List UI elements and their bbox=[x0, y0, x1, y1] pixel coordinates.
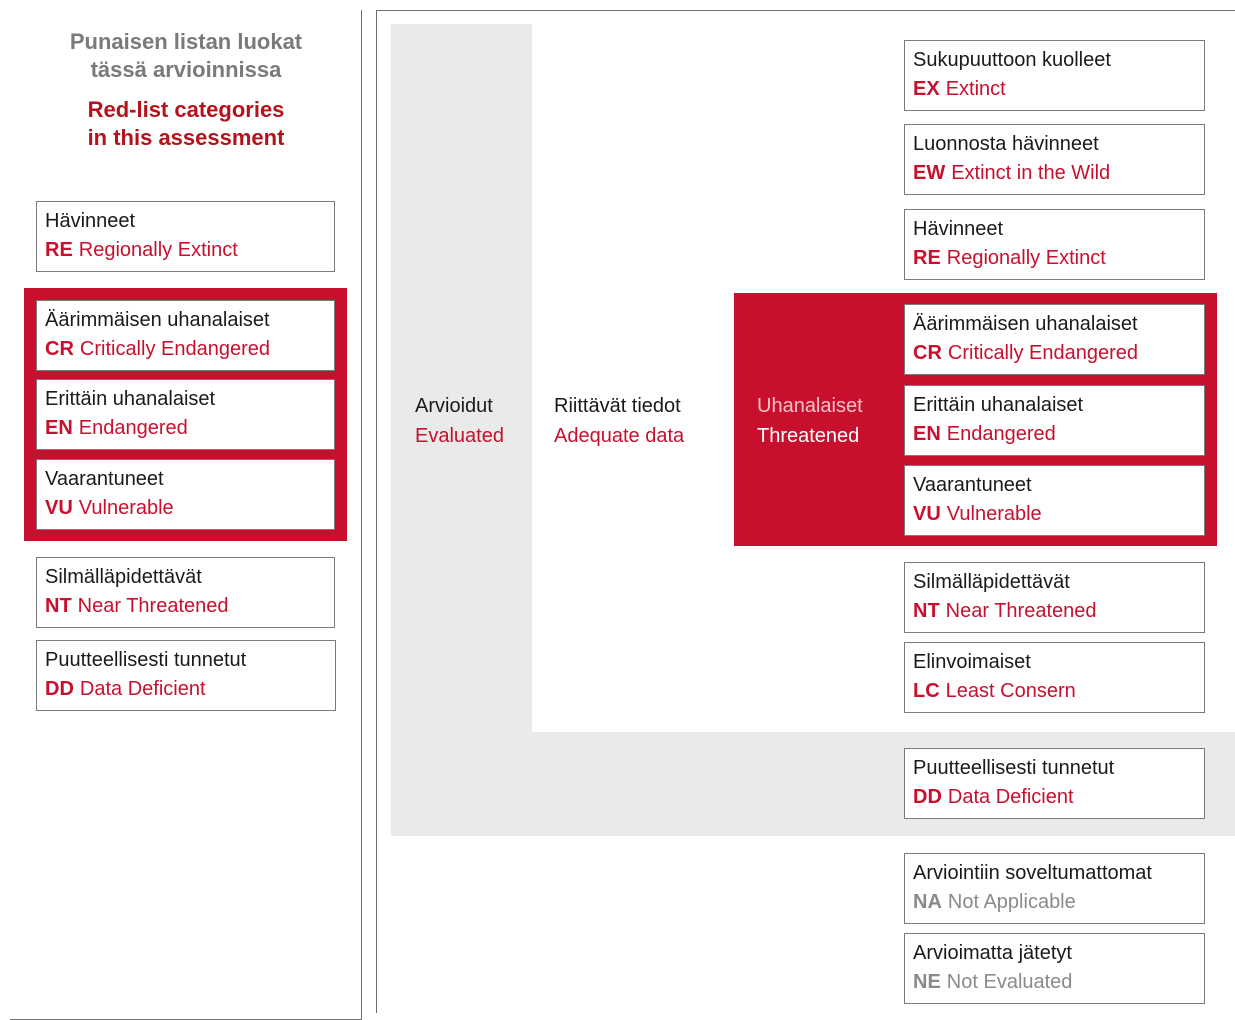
legend-item-fi: Silmälläpidettävät bbox=[45, 566, 202, 588]
legend-item-code: VU bbox=[45, 497, 73, 519]
category-code: EX bbox=[913, 78, 940, 100]
category-en: Erittäin uhanalaiset EN Endangered bbox=[904, 385, 1205, 456]
legend-item-vu: Vaarantuneet VU Vulnerable bbox=[36, 459, 335, 530]
category-en: Endangered bbox=[946, 423, 1056, 445]
category-dd: Puutteellisesti tunnetut DD Data Deficien… bbox=[904, 748, 1205, 819]
level-label-en: Evaluated bbox=[415, 425, 504, 447]
category-fi: Äärimmäisen uhanalaiset bbox=[913, 313, 1138, 335]
category-fi: Sukupuuttoon kuolleet bbox=[913, 49, 1111, 71]
category-ne: Arvioimatta jätetyt NE Not Evaluated bbox=[904, 933, 1205, 1004]
category-ew: Luonnosta hävinneet EW Extinct in the Wil… bbox=[904, 124, 1205, 195]
category-code: NT bbox=[913, 600, 940, 622]
category-en: Near Threatened bbox=[945, 600, 1097, 622]
legend-item-fi: Puutteellisesti tunnetut bbox=[45, 649, 247, 671]
legend-item-re: Hävinneet RE Regionally Extinct bbox=[36, 201, 335, 272]
category-lc: Elinvoimaiset LC Least Consern bbox=[904, 642, 1205, 713]
category-fi: Elinvoimaiset bbox=[913, 651, 1031, 673]
level-label-fi: Arvioidut bbox=[415, 395, 493, 417]
legend-item-code: CR bbox=[45, 338, 74, 360]
category-en: Vulnerable bbox=[946, 503, 1042, 525]
category-nt: Silmälläpidettävät NT Near Threatened bbox=[904, 562, 1205, 633]
legend-item-en: Vulnerable bbox=[78, 497, 174, 519]
category-en: Extinct bbox=[945, 78, 1006, 100]
legend-title-en: Red-list categories in this assessment bbox=[87, 97, 285, 150]
category-re: Hävinneet RE Regionally Extinct bbox=[904, 209, 1205, 280]
category-code: NE bbox=[913, 971, 941, 993]
level-threatened: Uhanalaiset Threatened bbox=[757, 391, 863, 451]
legend-item-en: Endangered bbox=[78, 417, 188, 439]
legend-item-code: DD bbox=[45, 678, 74, 700]
category-fi: Puutteellisesti tunnetut bbox=[913, 757, 1115, 779]
category-en: Not Applicable bbox=[947, 891, 1076, 913]
category-code: DD bbox=[913, 786, 942, 808]
legend-item-en: Near Threatened bbox=[77, 595, 229, 617]
category-en: Data Deficient bbox=[947, 786, 1074, 808]
legend-item-code: NT bbox=[45, 595, 72, 617]
category-fi: Luonnosta hävinneet bbox=[913, 133, 1099, 155]
category-na: Arviointiin soveltumattomat NA Not Applic… bbox=[904, 853, 1205, 924]
legend-item-cr: Äärimmäisen uhanalaiset CR Critically End… bbox=[36, 300, 335, 371]
level-label-fi: Riittävät tiedot bbox=[554, 395, 681, 417]
category-code: RE bbox=[913, 247, 941, 269]
legend-item-code: RE bbox=[45, 239, 73, 261]
category-en: Critically Endangered bbox=[947, 342, 1138, 364]
category-code: VU bbox=[913, 503, 941, 525]
level-label-en: Adequate data bbox=[554, 425, 685, 447]
category-cr: Äärimmäisen uhanalaiset CR Critically End… bbox=[904, 304, 1205, 375]
legend-item-fi: Äärimmäisen uhanalaiset bbox=[45, 309, 270, 331]
category-fi: Silmälläpidettävät bbox=[913, 571, 1070, 593]
category-code: EW bbox=[913, 162, 946, 184]
level-label-fi: Uhanalaiset bbox=[757, 395, 863, 417]
category-fi: Arviointiin soveltumattomat bbox=[913, 862, 1152, 884]
legend-item-nt: Silmälläpidettävät NT Near Threatened bbox=[36, 557, 335, 628]
category-en: Not Evaluated bbox=[946, 971, 1073, 993]
category-fi: Hävinneet bbox=[913, 218, 1004, 240]
legend-item-en: Critically Endangered bbox=[79, 338, 270, 360]
category-code: EN bbox=[913, 423, 941, 445]
category-vu: Vaarantuneet VU Vulnerable bbox=[904, 465, 1205, 536]
category-en: Regionally Extinct bbox=[946, 247, 1106, 269]
category-code: CR bbox=[913, 342, 942, 364]
legend-item-en: Data Deficient bbox=[79, 678, 206, 700]
category-code: NA bbox=[913, 891, 942, 913]
legend-item-fi: Erittäin uhanalaiset bbox=[45, 388, 216, 410]
category-fi: Erittäin uhanalaiset bbox=[913, 394, 1084, 416]
legend-title-fi: Punaisen listan luokat tässä arvioinniss… bbox=[69, 29, 303, 82]
level-evaluated: Arvioidut Evaluated bbox=[415, 391, 504, 451]
category-code: LC bbox=[913, 680, 940, 702]
legend-item-dd: Puutteellisesti tunnetut DD Data Deficien… bbox=[36, 640, 336, 711]
legend-item-fi: Hävinneet bbox=[45, 210, 136, 232]
diagram-border-top bbox=[376, 10, 1235, 11]
legend-item-fi: Vaarantuneet bbox=[45, 468, 164, 490]
legend-item-code: EN bbox=[45, 417, 73, 439]
category-fi: Arvioimatta jätetyt bbox=[913, 942, 1072, 964]
category-fi: Vaarantuneet bbox=[913, 474, 1032, 496]
category-en: Least Consern bbox=[945, 680, 1076, 702]
category-en: Extinct in the Wild bbox=[951, 162, 1111, 184]
level-adequate-data: Riittävät tiedot Adequate data bbox=[554, 391, 684, 451]
legend-item-en: Erittäin uhanalaiset EN Endangered bbox=[36, 379, 335, 450]
category-ex: Sukupuuttoon kuolleet EX Extinct bbox=[904, 40, 1205, 111]
level-label-en: Threatened bbox=[757, 425, 860, 447]
diagram-border-left bbox=[376, 10, 377, 1013]
legend-item-en: Regionally Extinct bbox=[78, 239, 238, 261]
